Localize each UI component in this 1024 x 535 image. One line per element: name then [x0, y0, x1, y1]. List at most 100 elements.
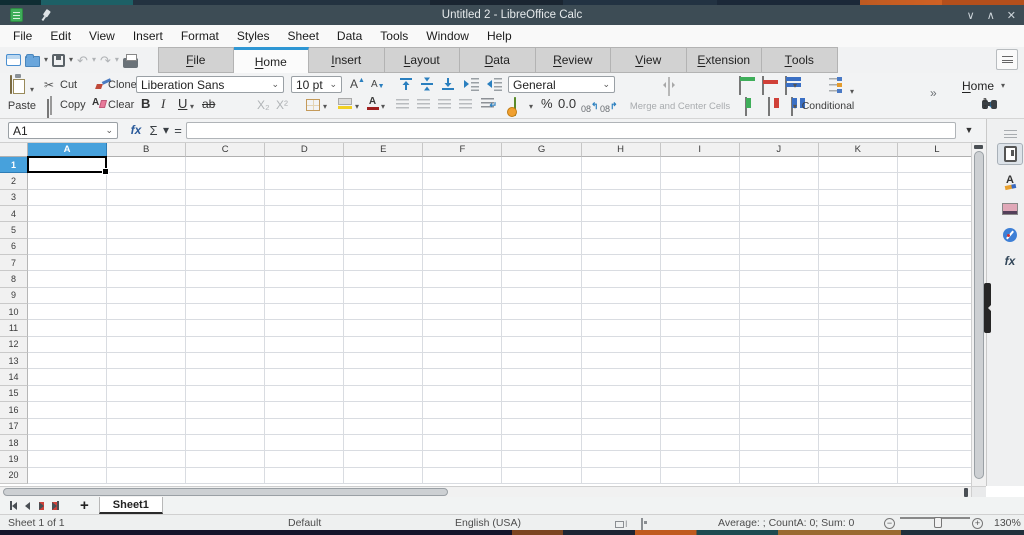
- cell-L17[interactable]: [898, 419, 977, 435]
- cell-I1[interactable]: [661, 157, 740, 173]
- cell-K14[interactable]: [819, 369, 898, 385]
- menu-format[interactable]: Format: [172, 27, 228, 45]
- cell-H15[interactable]: [582, 386, 661, 402]
- cell-D13[interactable]: [265, 353, 344, 369]
- redo-icon[interactable]: ↷: [100, 54, 111, 67]
- cell-F9[interactable]: [423, 288, 502, 304]
- last-sheet-icon[interactable]: [48, 500, 62, 512]
- cell-L2[interactable]: [898, 173, 977, 189]
- cell-J15[interactable]: [740, 386, 819, 402]
- row-header-11[interactable]: 11: [0, 320, 28, 336]
- function-wizard-icon[interactable]: fx: [128, 122, 144, 138]
- cell-H6[interactable]: [582, 239, 661, 255]
- cell-B17[interactable]: [107, 419, 186, 435]
- clone-label[interactable]: Clone: [108, 79, 137, 91]
- cell-E13[interactable]: [344, 353, 423, 369]
- paste-icon[interactable]: [10, 75, 12, 94]
- cell-E9[interactable]: [344, 288, 423, 304]
- cell-J10[interactable]: [740, 304, 819, 320]
- cell-I7[interactable]: [661, 255, 740, 271]
- cell-C1[interactable]: [186, 157, 265, 173]
- sheet-tab-sheet1[interactable]: Sheet1: [99, 497, 163, 514]
- cell-C6[interactable]: [186, 239, 265, 255]
- undo-icon[interactable]: ↶: [77, 54, 88, 67]
- undo-dropdown-arrow[interactable]: ▾: [92, 56, 96, 64]
- cell-J16[interactable]: [740, 402, 819, 418]
- cell-J9[interactable]: [740, 288, 819, 304]
- cell-L9[interactable]: [898, 288, 977, 304]
- cell-E2[interactable]: [344, 173, 423, 189]
- cell-G2[interactable]: [502, 173, 581, 189]
- cell-A5[interactable]: [28, 222, 107, 238]
- sidebar-properties-button[interactable]: [997, 143, 1023, 165]
- cell-D19[interactable]: [265, 451, 344, 467]
- cell-C15[interactable]: [186, 386, 265, 402]
- cell-B5[interactable]: [107, 222, 186, 238]
- row-header-8[interactable]: 8: [0, 271, 28, 287]
- equals-icon[interactable]: =: [173, 122, 183, 138]
- save-icon[interactable]: [52, 54, 65, 67]
- cell-B1[interactable]: [107, 157, 186, 173]
- cell-B9[interactable]: [107, 288, 186, 304]
- zoom-in-button[interactable]: +: [972, 518, 983, 529]
- cell-A13[interactable]: [28, 353, 107, 369]
- name-box[interactable]: A1⌄: [8, 122, 118, 139]
- cell-L6[interactable]: [898, 239, 977, 255]
- cell-K17[interactable]: [819, 419, 898, 435]
- cell-F4[interactable]: [423, 206, 502, 222]
- bold-button[interactable]: B: [141, 97, 150, 110]
- copy-icon[interactable]: [47, 99, 49, 118]
- cell-G4[interactable]: [502, 206, 581, 222]
- cell-D17[interactable]: [265, 419, 344, 435]
- tab-view[interactable]: View: [611, 47, 687, 73]
- cell-B15[interactable]: [107, 386, 186, 402]
- clear-label[interactable]: Clear: [108, 99, 134, 111]
- cell-A3[interactable]: [28, 190, 107, 206]
- cell-C19[interactable]: [186, 451, 265, 467]
- cell-F19[interactable]: [423, 451, 502, 467]
- cell-C18[interactable]: [186, 435, 265, 451]
- cell-H17[interactable]: [582, 419, 661, 435]
- cell-D4[interactable]: [265, 206, 344, 222]
- cell-K20[interactable]: [819, 468, 898, 484]
- row-header-20[interactable]: 20: [0, 468, 28, 484]
- column-header-C[interactable]: C: [186, 143, 265, 157]
- cell-L7[interactable]: [898, 255, 977, 271]
- language-status[interactable]: English (USA): [455, 517, 521, 529]
- cell-H10[interactable]: [582, 304, 661, 320]
- cell-E3[interactable]: [344, 190, 423, 206]
- cell-H20[interactable]: [582, 468, 661, 484]
- cell-D16[interactable]: [265, 402, 344, 418]
- cell-A6[interactable]: [28, 239, 107, 255]
- font-size-combobox[interactable]: 10 pt⌄: [291, 76, 342, 93]
- insert-row-above-icon[interactable]: [739, 76, 741, 95]
- conditional-label[interactable]: Conditional: [797, 100, 859, 112]
- sidebar-gallery-button[interactable]: [997, 198, 1023, 220]
- cell-E5[interactable]: [344, 222, 423, 238]
- cell-F13[interactable]: [423, 353, 502, 369]
- cell-D15[interactable]: [265, 386, 344, 402]
- cell-L4[interactable]: [898, 206, 977, 222]
- cell-C8[interactable]: [186, 271, 265, 287]
- row-header-6[interactable]: 6: [0, 239, 28, 255]
- cell-K5[interactable]: [819, 222, 898, 238]
- cut-icon[interactable]: ✂: [44, 79, 54, 91]
- cell-H19[interactable]: [582, 451, 661, 467]
- first-sheet-icon[interactable]: [6, 500, 20, 512]
- column-header-E[interactable]: E: [344, 143, 423, 157]
- insert-column-left-icon[interactable]: [745, 97, 747, 116]
- cell-C20[interactable]: [186, 468, 265, 484]
- cell-A7[interactable]: [28, 255, 107, 271]
- cell-G14[interactable]: [502, 369, 581, 385]
- tab-layout[interactable]: Layout: [385, 47, 461, 73]
- clear-formatting-icon[interactable]: A: [92, 98, 106, 108]
- underline-button[interactable]: U: [178, 97, 187, 110]
- cell-H1[interactable]: [582, 157, 661, 173]
- cell-F12[interactable]: [423, 337, 502, 353]
- cell-D1[interactable]: [265, 157, 344, 173]
- cell-K13[interactable]: [819, 353, 898, 369]
- percent-format-button[interactable]: %: [541, 97, 553, 110]
- cell-L15[interactable]: [898, 386, 977, 402]
- cell-E14[interactable]: [344, 369, 423, 385]
- cell-D14[interactable]: [265, 369, 344, 385]
